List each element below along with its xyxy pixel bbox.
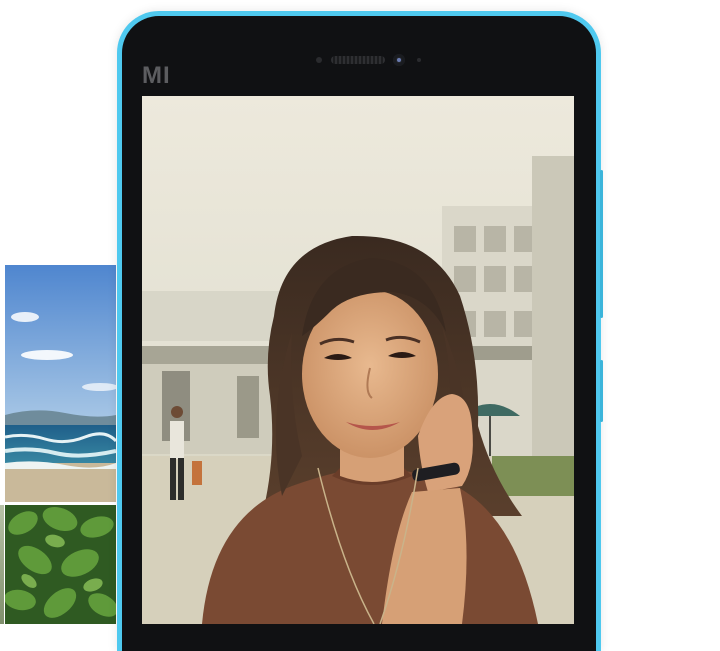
volume-button[interactable]	[600, 360, 603, 422]
leaves-thumbnail	[5, 505, 116, 624]
partial-thumbnail	[0, 505, 4, 624]
power-button[interactable]	[600, 170, 603, 318]
beach-thumbnail	[5, 265, 116, 502]
leaves-photo	[5, 505, 116, 624]
brand-logo: MI	[142, 62, 171, 89]
front-camera-icon	[393, 54, 405, 66]
light-sensor-icon	[417, 58, 421, 62]
selfie-portrait-photo	[142, 96, 574, 624]
proximity-sensor-icon	[316, 57, 322, 63]
earpiece-speaker	[331, 56, 385, 64]
beach-photo	[5, 265, 116, 502]
phone-screen	[142, 96, 574, 624]
